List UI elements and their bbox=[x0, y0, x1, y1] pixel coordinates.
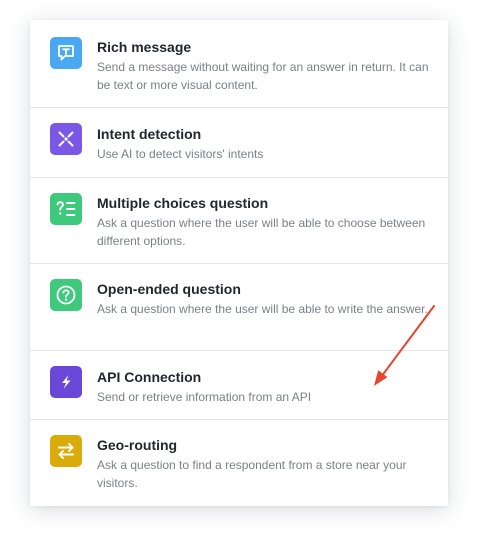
menu-item-description: Ask a question to find a respondent from… bbox=[97, 458, 407, 490]
menu-item-open-ended-question[interactable]: Open-ended question Ask a question where… bbox=[30, 264, 448, 351]
menu-item-description: Send or retrieve information from an API bbox=[97, 390, 312, 404]
menu-item-title: Open-ended question bbox=[97, 281, 241, 297]
question-circle-icon bbox=[50, 279, 82, 311]
menu-item-title: API Connection bbox=[97, 369, 202, 385]
block-type-menu: Rich message Send a message without wait… bbox=[30, 20, 448, 506]
menu-item-multiple-choices-question[interactable]: Multiple choices question Ask a question… bbox=[30, 178, 448, 264]
menu-item-title: Intent detection bbox=[97, 126, 202, 142]
menu-item-description: Ask a question where the user will be ab… bbox=[97, 216, 426, 248]
menu-item-description: Send a message without waiting for an an… bbox=[97, 60, 429, 92]
lightning-icon bbox=[50, 366, 82, 398]
question-list-icon bbox=[50, 193, 82, 225]
chat-bubble-text-icon bbox=[50, 37, 82, 69]
menu-item-geo-routing[interactable]: Geo-routing Ask a question to find a res… bbox=[30, 420, 448, 506]
menu-item-api-connection[interactable]: API Connection Send or retrieve informat… bbox=[30, 351, 448, 420]
menu-item-title: Geo-routing bbox=[97, 437, 178, 453]
menu-item-title: Rich message bbox=[97, 39, 192, 55]
swap-arrows-icon bbox=[50, 435, 82, 467]
menu-item-rich-message[interactable]: Rich message Send a message without wait… bbox=[30, 20, 448, 108]
menu-item-description: Ask a question where the user will be ab… bbox=[97, 302, 428, 316]
menu-item-description: Use AI to detect visitors' intents bbox=[97, 147, 264, 161]
menu-item-intent-detection[interactable]: Intent detection Use AI to detect visito… bbox=[30, 108, 448, 178]
intent-nodes-icon bbox=[50, 123, 82, 155]
menu-item-title: Multiple choices question bbox=[97, 195, 269, 211]
